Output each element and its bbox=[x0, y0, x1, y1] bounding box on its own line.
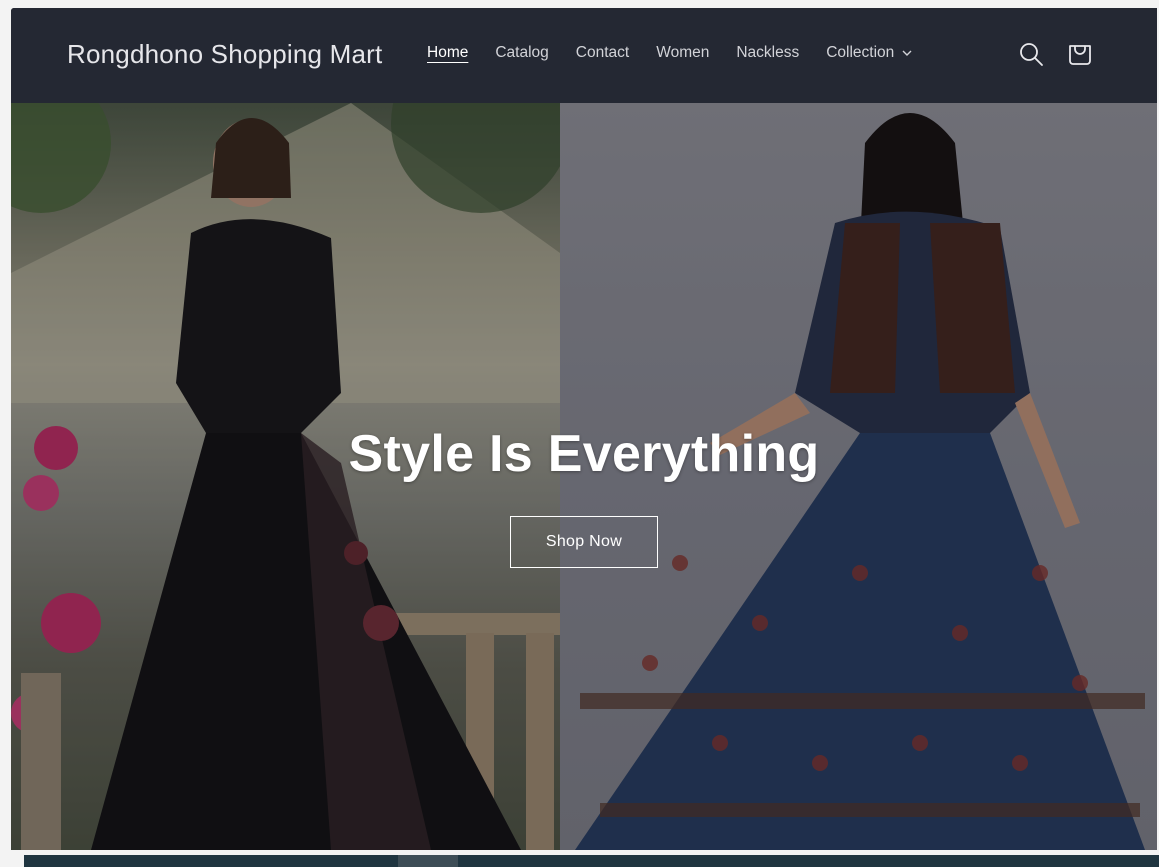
site-header: Rongdhono Shopping Mart Home Catalog Con… bbox=[11, 8, 1157, 103]
shop-now-button[interactable]: Shop Now bbox=[510, 516, 658, 568]
search-icon[interactable] bbox=[1018, 41, 1044, 67]
nav-collection-label: Collection bbox=[826, 44, 895, 61]
next-section-peek bbox=[24, 855, 1159, 867]
chevron-down-icon bbox=[902, 50, 912, 57]
hero-title: Style Is Everything bbox=[348, 425, 820, 483]
main-nav: Home Catalog Contact Women Nackless Coll… bbox=[427, 44, 939, 62]
scroll-thumb bbox=[398, 855, 458, 867]
nav-nackless[interactable]: Nackless bbox=[736, 44, 799, 62]
nav-collection[interactable]: Collection bbox=[826, 44, 912, 62]
nav-home[interactable]: Home bbox=[427, 44, 468, 62]
nav-contact[interactable]: Contact bbox=[576, 44, 629, 62]
cart-icon[interactable] bbox=[1067, 41, 1093, 67]
nav-catalog[interactable]: Catalog bbox=[495, 44, 548, 62]
hero-banner: Style Is Everything Shop Now bbox=[11, 103, 1157, 850]
page-frame: Rongdhono Shopping Mart Home Catalog Con… bbox=[11, 8, 1157, 850]
nav-women[interactable]: Women bbox=[656, 44, 709, 62]
brand-logo-text[interactable]: Rongdhono Shopping Mart bbox=[67, 39, 382, 70]
